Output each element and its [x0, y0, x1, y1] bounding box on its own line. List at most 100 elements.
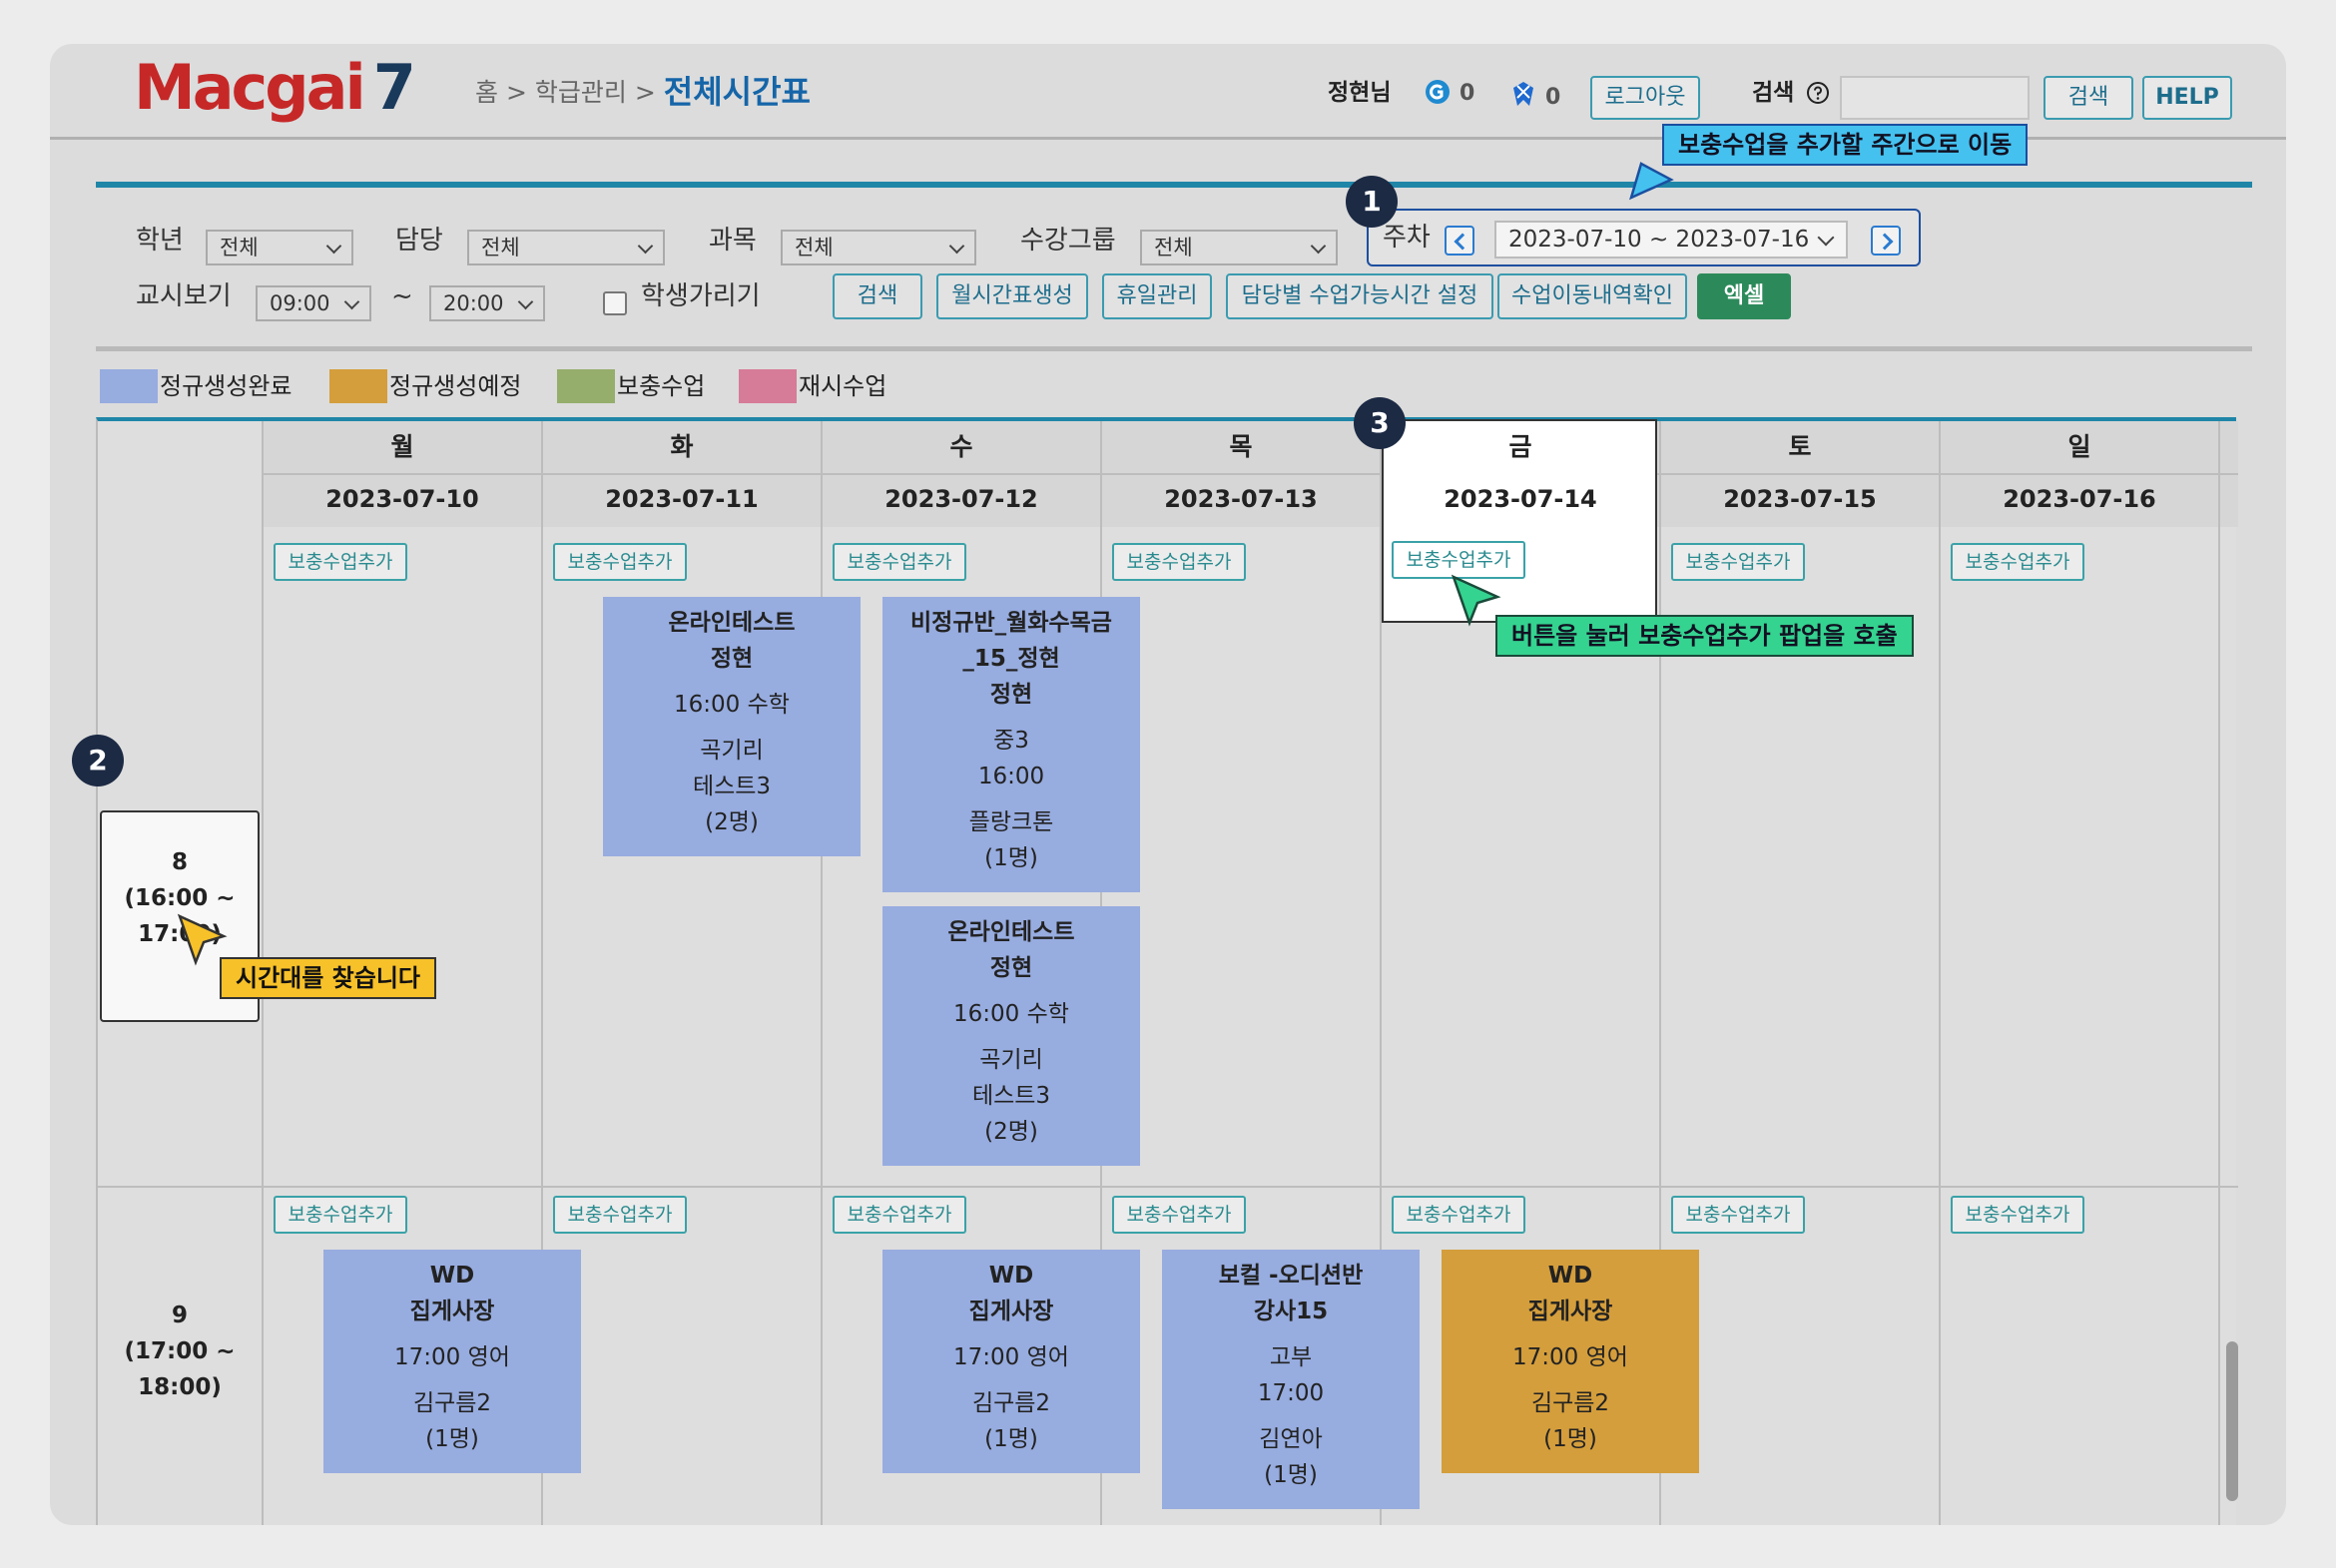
coin-count: 0	[1460, 81, 1475, 106]
class-card[interactable]: WD 집게사장 17:00 영어 김구름2 (1명)	[1442, 1250, 1699, 1473]
day-date-tue: 2023-07-11	[605, 485, 759, 513]
class-card[interactable]: WD 집게사장 17:00 영어 김구름2 (1명)	[323, 1250, 581, 1473]
help-circle-icon[interactable]	[1806, 81, 1830, 105]
next-week-icon[interactable]	[1871, 226, 1901, 256]
day-name-wed: 수	[949, 432, 973, 461]
add-supplementary-button[interactable]: 보충수업추가	[553, 543, 687, 581]
vertical-scrollbar[interactable]	[2226, 1341, 2238, 1501]
period-to-select[interactable]: 20:00	[429, 285, 545, 321]
step-badge-1: 1	[1346, 176, 1398, 228]
class-card[interactable]: 온라인테스트 정현 16:00 수학 곡기리 테스트3 (2명)	[882, 906, 1140, 1166]
add-supplementary-button[interactable]: 보충수업추가	[1671, 1196, 1805, 1234]
add-supplementary-button[interactable]: 보충수업추가	[1951, 1196, 2084, 1234]
group-label: 수강그룹	[1020, 226, 1116, 256]
coin-counter: 0	[1424, 78, 1474, 109]
cursor-pointer-icon	[177, 913, 228, 966]
add-supplementary-button[interactable]: 보충수업추가	[274, 1196, 407, 1234]
filter-bar: 학년 전체 담당 전체 과목 전체 수강그룹 전체 교시보기 09:00 ~ 2…	[96, 182, 2252, 351]
teacher-select[interactable]: 전체	[467, 230, 665, 265]
add-supplementary-button[interactable]: 보충수업추가	[1671, 543, 1805, 581]
day-date-thu: 2023-07-13	[1164, 485, 1318, 513]
week-label: 주차	[1383, 223, 1431, 253]
cursor-pointer-icon	[1451, 574, 1501, 627]
legend-swatch	[557, 369, 615, 403]
day-name-tue: 화	[670, 432, 694, 461]
breadcrumb-separator: >	[505, 78, 527, 107]
breadcrumb-class-management[interactable]: 학급관리	[535, 78, 627, 107]
class-card[interactable]: 온라인테스트 정현 16:00 수학 곡기리 테스트3 (2명)	[603, 597, 861, 856]
filter-search-button[interactable]: 검색	[833, 273, 922, 319]
logo[interactable]: Macgai 7	[134, 51, 416, 124]
period-tilde: ~	[391, 281, 413, 311]
class-card[interactable]: WD 집게사장 17:00 영어 김구름2 (1명)	[882, 1250, 1140, 1473]
week-select[interactable]: 2023-07-10 ~ 2023-07-16	[1494, 221, 1848, 259]
ticket-icon	[1513, 82, 1533, 106]
legend-swatch	[329, 369, 387, 403]
breadcrumb-separator: >	[634, 78, 656, 107]
hide-students-label: 학생가리기	[641, 281, 761, 311]
logout-button[interactable]: 로그아웃	[1590, 76, 1700, 120]
period-label: 교시보기	[136, 281, 232, 311]
day-name-sun: 일	[2067, 432, 2091, 461]
day-date-fri: 2023-07-14	[1444, 485, 1597, 513]
legend-swatch	[739, 369, 797, 403]
add-supplementary-button[interactable]: 보충수업추가	[1951, 543, 2084, 581]
class-card[interactable]: 보컬 -오디션반 강사15 고부 17:00 김연아 (1명)	[1162, 1250, 1420, 1509]
subject-select[interactable]: 전체	[781, 230, 976, 265]
group-select[interactable]: 전체	[1140, 230, 1338, 265]
add-supplementary-button[interactable]: 보충수업추가	[553, 1196, 687, 1234]
page-title: 전체시간표	[663, 73, 811, 111]
class-card[interactable]: 비정규반_월화수목금 _15_정현 정현 중3 16:00 플랑크톤 (1명)	[882, 597, 1140, 892]
legend-swatch	[100, 369, 158, 403]
move-history-button[interactable]: 수업이동내역확인	[1497, 273, 1687, 319]
day-name-mon: 월	[390, 432, 414, 461]
legend-item-retake: 재시수업	[739, 369, 886, 403]
add-supplementary-button[interactable]: 보충수업추가	[833, 1196, 966, 1234]
step-badge-2: 2	[72, 735, 124, 786]
add-supplementary-button[interactable]: 보충수업추가	[833, 543, 966, 581]
logo-number: 7	[372, 51, 416, 124]
search-input[interactable]	[1840, 76, 2030, 120]
teacher-label: 담당	[395, 226, 443, 256]
legend-item-regular-done: 정규생성완료	[100, 369, 292, 403]
week-navigator: 주차 2023-07-10 ~ 2023-07-16	[1367, 209, 1921, 266]
tooltip-week-move: 보충수업을 추가할 주간으로 이동	[1662, 124, 2029, 166]
ticket-counter: 0	[1509, 78, 1560, 113]
monthly-schedule-button[interactable]: 월시간표생성	[936, 273, 1088, 319]
ticket-count: 0	[1545, 85, 1561, 110]
row-divider	[98, 1186, 2238, 1188]
day-name-thu: 목	[1229, 432, 1253, 461]
cursor-pointer-icon	[1629, 162, 1674, 201]
excel-button[interactable]: 엑셀	[1697, 273, 1791, 319]
day-date-wed: 2023-07-12	[884, 485, 1038, 513]
tooltip-find-slot: 시간대를 찾습니다	[220, 957, 436, 999]
day-date-sun: 2023-07-16	[2003, 485, 2156, 513]
slot-label-9: 9 (17:00 ~18:00)	[124, 1303, 236, 1400]
availability-button[interactable]: 담당별 수업가능시간 설정	[1226, 273, 1493, 319]
coin-icon	[1426, 80, 1450, 104]
hide-students-checkbox[interactable]	[603, 291, 627, 315]
legend-item-regular-planned: 정규생성예정	[329, 369, 521, 403]
breadcrumb-home[interactable]: 홈	[475, 78, 498, 107]
help-button[interactable]: HELP	[2142, 76, 2232, 120]
tooltip-add-button: 버튼을 눌러 보충수업추가 팝업을 호출	[1495, 615, 1914, 657]
subject-label: 과목	[709, 226, 757, 256]
legend-item-supplementary: 보충수업	[557, 369, 705, 403]
day-name-fri: 금	[1508, 432, 1532, 461]
grade-label: 학년	[136, 226, 184, 256]
add-supplementary-button[interactable]: 보충수업추가	[1112, 1196, 1246, 1234]
prev-week-icon[interactable]	[1445, 226, 1474, 256]
add-supplementary-button[interactable]: 보충수업추가	[274, 543, 407, 581]
header-search-button[interactable]: 검색	[2044, 76, 2133, 120]
search-label: 검색	[1752, 78, 1830, 108]
add-supplementary-button[interactable]: 보충수업추가	[1392, 1196, 1525, 1234]
day-date-sat: 2023-07-15	[1723, 485, 1877, 513]
user-name: 정현님	[1328, 80, 1392, 106]
holiday-button[interactable]: 휴일관리	[1102, 273, 1212, 319]
breadcrumb: 홈 > 학급관리 > 전체시간표	[475, 74, 811, 111]
add-supplementary-button[interactable]: 보충수업추가	[1112, 543, 1246, 581]
logo-text: Macgai	[134, 51, 366, 124]
day-name-sat: 토	[1788, 432, 1812, 461]
grade-select[interactable]: 전체	[206, 230, 353, 265]
period-from-select[interactable]: 09:00	[256, 285, 371, 321]
